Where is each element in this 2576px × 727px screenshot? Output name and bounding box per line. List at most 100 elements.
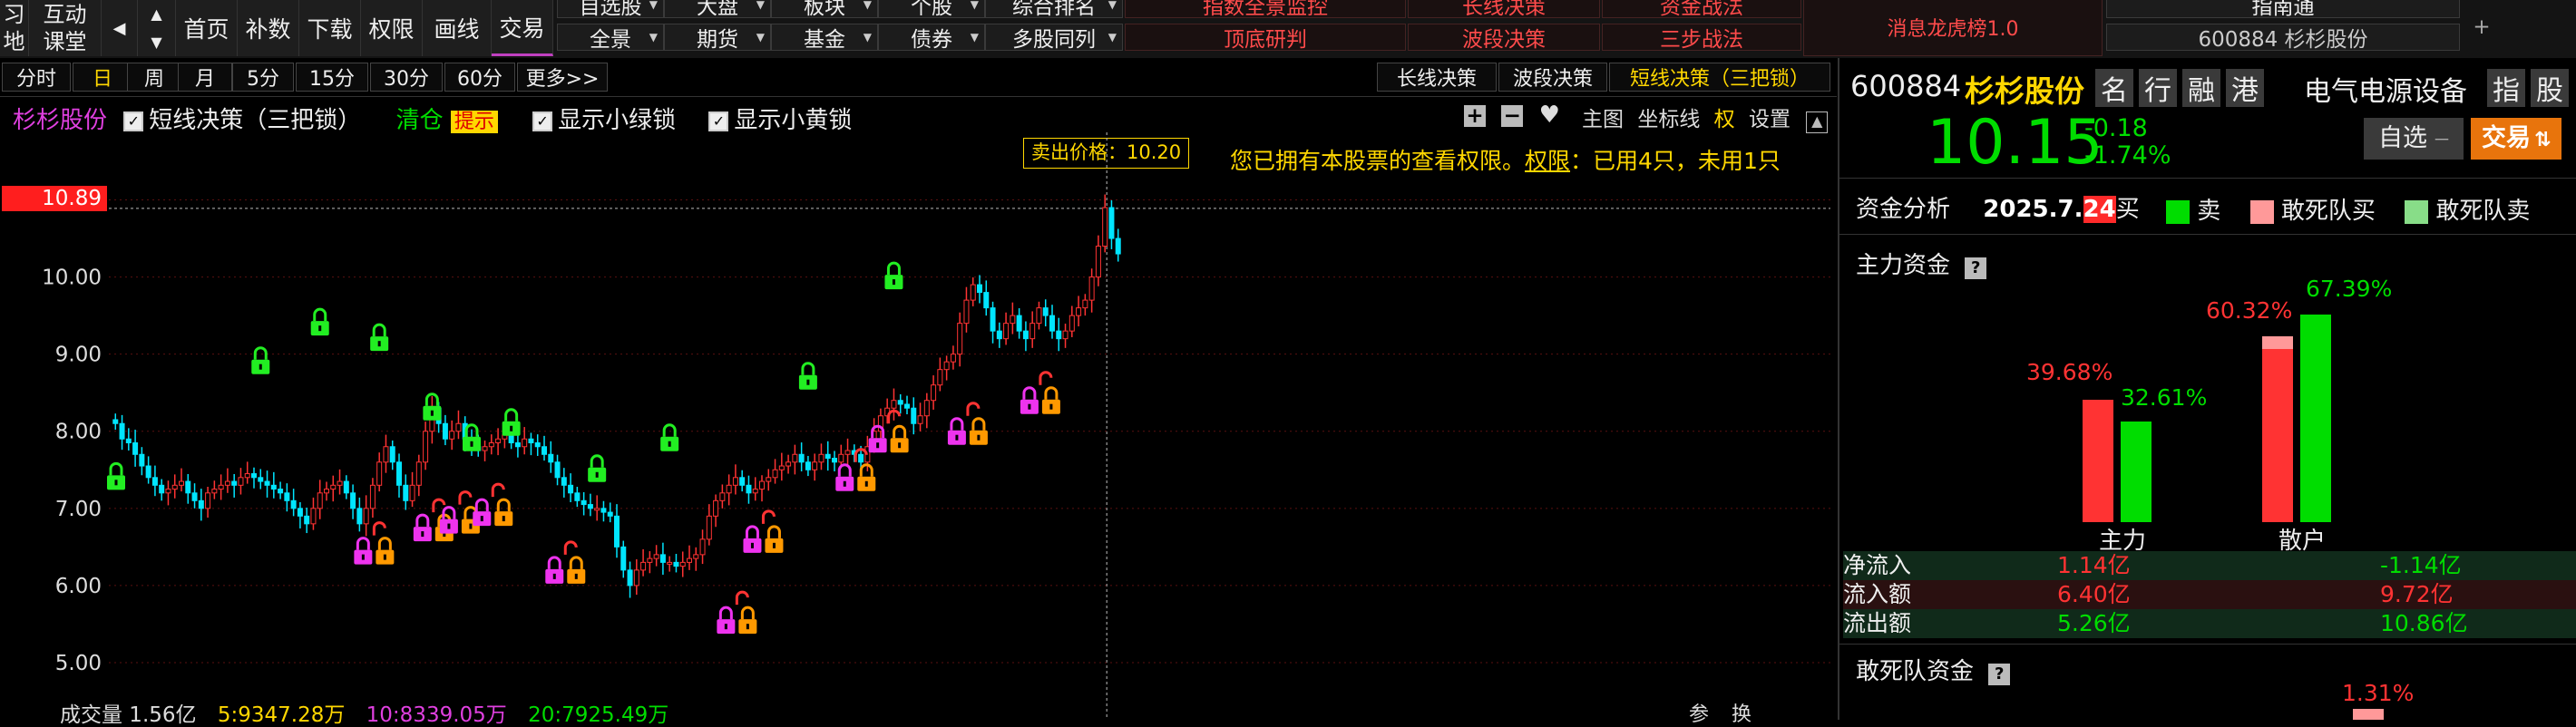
toolbar-button-draw[interactable]: 画线 (423, 0, 492, 56)
candle-body (693, 554, 699, 559)
buy-lock-red-icon (735, 590, 749, 606)
tag-index[interactable]: 指 (2487, 69, 2525, 107)
tag-hk[interactable]: 港 (2226, 69, 2264, 107)
crosshair-price-badge: 10.89 (2, 186, 107, 211)
tab-monthly[interactable]: 月 (178, 63, 232, 92)
candle-body (574, 492, 581, 501)
dropdown-stock[interactable]: 个股 ▼ (878, 0, 985, 19)
button-index-monitor[interactable]: 指数全景监控 (1125, 0, 1406, 19)
row-retail-value: 9.72亿 (2380, 581, 2454, 607)
trade-label: 交易 (2482, 124, 2531, 152)
candle-body (627, 569, 633, 586)
tab-short-decision[interactable]: 短线决策（三把锁） (1609, 63, 1830, 92)
toolbar-button-interactive-class[interactable]: 互动 课堂 (29, 0, 102, 56)
tag-stock[interactable]: 股 (2531, 69, 2569, 107)
candle-body (746, 484, 752, 494)
quote-panel: 600884 杉杉股份 名 行 融 港 电气电源设备 指 股 10.15 -0.… (1838, 58, 2576, 720)
tab-60min[interactable]: 60分 (444, 63, 515, 92)
guide-button[interactable]: 指南通 (2106, 0, 2460, 19)
main-buy-pct: 39.68% (2026, 359, 2113, 385)
tag-industry[interactable]: 行 (2139, 69, 2177, 107)
help-icon[interactable]: ? (1965, 257, 1987, 279)
candle-body (1003, 323, 1010, 340)
sell-lock-icon-shackle (801, 362, 815, 375)
tab-weekly[interactable]: 周 (127, 63, 181, 92)
fund-date-day[interactable]: 24 (2083, 196, 2116, 223)
candle-body (963, 299, 970, 325)
toolbar-button-permission[interactable]: 权限 (361, 0, 423, 56)
help-icon[interactable]: ? (1988, 664, 2011, 685)
up-arrow-icon[interactable]: ▲ (138, 0, 176, 28)
candle-body (766, 477, 772, 482)
dropdown-bonds[interactable]: 债券 ▼ (878, 24, 985, 52)
button-three-step[interactable]: 三步战法 (1602, 24, 1801, 52)
candle-body (1082, 299, 1088, 309)
buy-lock-magenta-icon-keyhole (843, 480, 846, 487)
candle-body (778, 465, 785, 470)
dropdown-watchlist[interactable]: 自选股 ▼ (557, 0, 664, 19)
dropdown-panorama[interactable]: 全景 ▼ (557, 24, 664, 52)
buy-lock-magenta-icon-keyhole (750, 542, 754, 548)
candle-body (508, 434, 514, 444)
candle-body (297, 508, 303, 517)
tab-long-decision[interactable]: 长线决策 (1377, 63, 1497, 92)
dropdown-market[interactable]: 大盘 ▼ (664, 0, 771, 19)
toolbar-button-download[interactable]: 下载 (299, 0, 361, 56)
candle-body (488, 442, 494, 448)
candle-body (132, 442, 139, 455)
button-swing-decision[interactable]: 波段决策 (1408, 24, 1600, 52)
toolbar-button-learn[interactable]: 习 地 (0, 0, 29, 56)
dropdown-funds[interactable]: 基金 ▼ (771, 24, 878, 52)
candle-body (1036, 307, 1042, 325)
button-long-decision[interactable]: 长线决策 (1408, 0, 1600, 19)
volume-switch-button[interactable]: 换 (1732, 703, 1751, 726)
buy-lock-red-icon (1039, 371, 1053, 385)
candle-body (990, 307, 996, 332)
kline-chart-area[interactable]: 杉杉股份 ✓ 短线决策（三把锁） 清仓 提示 ✓ 显示小绿锁 ✓ 显示小黄锁 + − … (0, 96, 1837, 727)
toolbar-button-fill-data[interactable]: 补数 (238, 0, 299, 56)
period-tab-bar: 分时 日 周 月 5分 15分 30分 60分 更多>> 长线决策 波段决策 短… (0, 58, 1837, 97)
add-tab-icon[interactable]: + (2464, 0, 2500, 54)
tab-30min[interactable]: 30分 (370, 63, 443, 92)
toolbar-button-home[interactable]: 首页 (176, 0, 238, 56)
trade-button[interactable]: 交易 ⇅ (2471, 118, 2561, 160)
down-arrow-icon[interactable]: ▼ (138, 28, 176, 56)
table-row: 净流入 1.14亿 -1.14亿 (1843, 551, 2576, 580)
dropdown-futures[interactable]: 期货 ▼ (664, 24, 771, 52)
fund-date[interactable]: 2025.7. (1983, 196, 2083, 223)
volume-param-button[interactable]: 参 (1689, 703, 1709, 726)
candle-body (151, 477, 158, 486)
tag-margin[interactable]: 融 (2182, 69, 2220, 107)
industry-label[interactable]: 电气电源设备 (2304, 69, 2467, 109)
candle-body (687, 557, 692, 563)
back-arrow-icon[interactable]: ◀ (102, 0, 138, 56)
candle-body (125, 438, 132, 444)
tab-more[interactable]: 更多>> (517, 63, 608, 92)
news-dragon-tiger-button[interactable]: 消息龙虎榜1.0 (1803, 0, 2103, 56)
sell-lock-icon-shackle (372, 323, 386, 337)
kline-svg[interactable]: 11.0010.009.008.007.006.005.00 (0, 96, 1837, 720)
button-top-bottom[interactable]: 顶底研判 (1125, 24, 1406, 52)
candle-body (1016, 315, 1022, 332)
buy-lock-magenta-icon-keyhole (955, 434, 959, 441)
current-stock-tab[interactable]: 600884 杉杉股份 (2106, 24, 2460, 52)
watchlist-button[interactable]: 自选 － (2364, 118, 2464, 160)
tab-swing-decision[interactable]: 波段决策 (1498, 63, 1607, 92)
candle-body (139, 453, 145, 467)
tab-5min[interactable]: 5分 (232, 63, 294, 92)
main-buy-bar (2083, 400, 2113, 522)
tab-daily[interactable]: 日 (73, 63, 132, 92)
buy-lock-orange-icon-keyhole (574, 573, 578, 579)
dropdown-ranking[interactable]: 综合排名 ▼ (985, 0, 1123, 19)
dropdown-sector[interactable]: 板块 ▼ (771, 0, 878, 19)
sell-lock-icon-keyhole (430, 410, 434, 416)
tab-intraday[interactable]: 分时 (2, 63, 71, 92)
toolbar-button-trade[interactable]: 交易 (492, 0, 553, 56)
tag-name[interactable]: 名 (2095, 69, 2133, 107)
tab-15min[interactable]: 15分 (296, 63, 368, 92)
dare-buy-segment (2262, 335, 2293, 349)
dropdown-multi-stock[interactable]: 多股同列 ▼ (985, 24, 1123, 52)
sell-lock-icon-shackle (590, 454, 604, 468)
volume-tools: 参 换 (1689, 703, 1751, 727)
button-fund-tactics[interactable]: 资金战法 (1602, 0, 1801, 19)
